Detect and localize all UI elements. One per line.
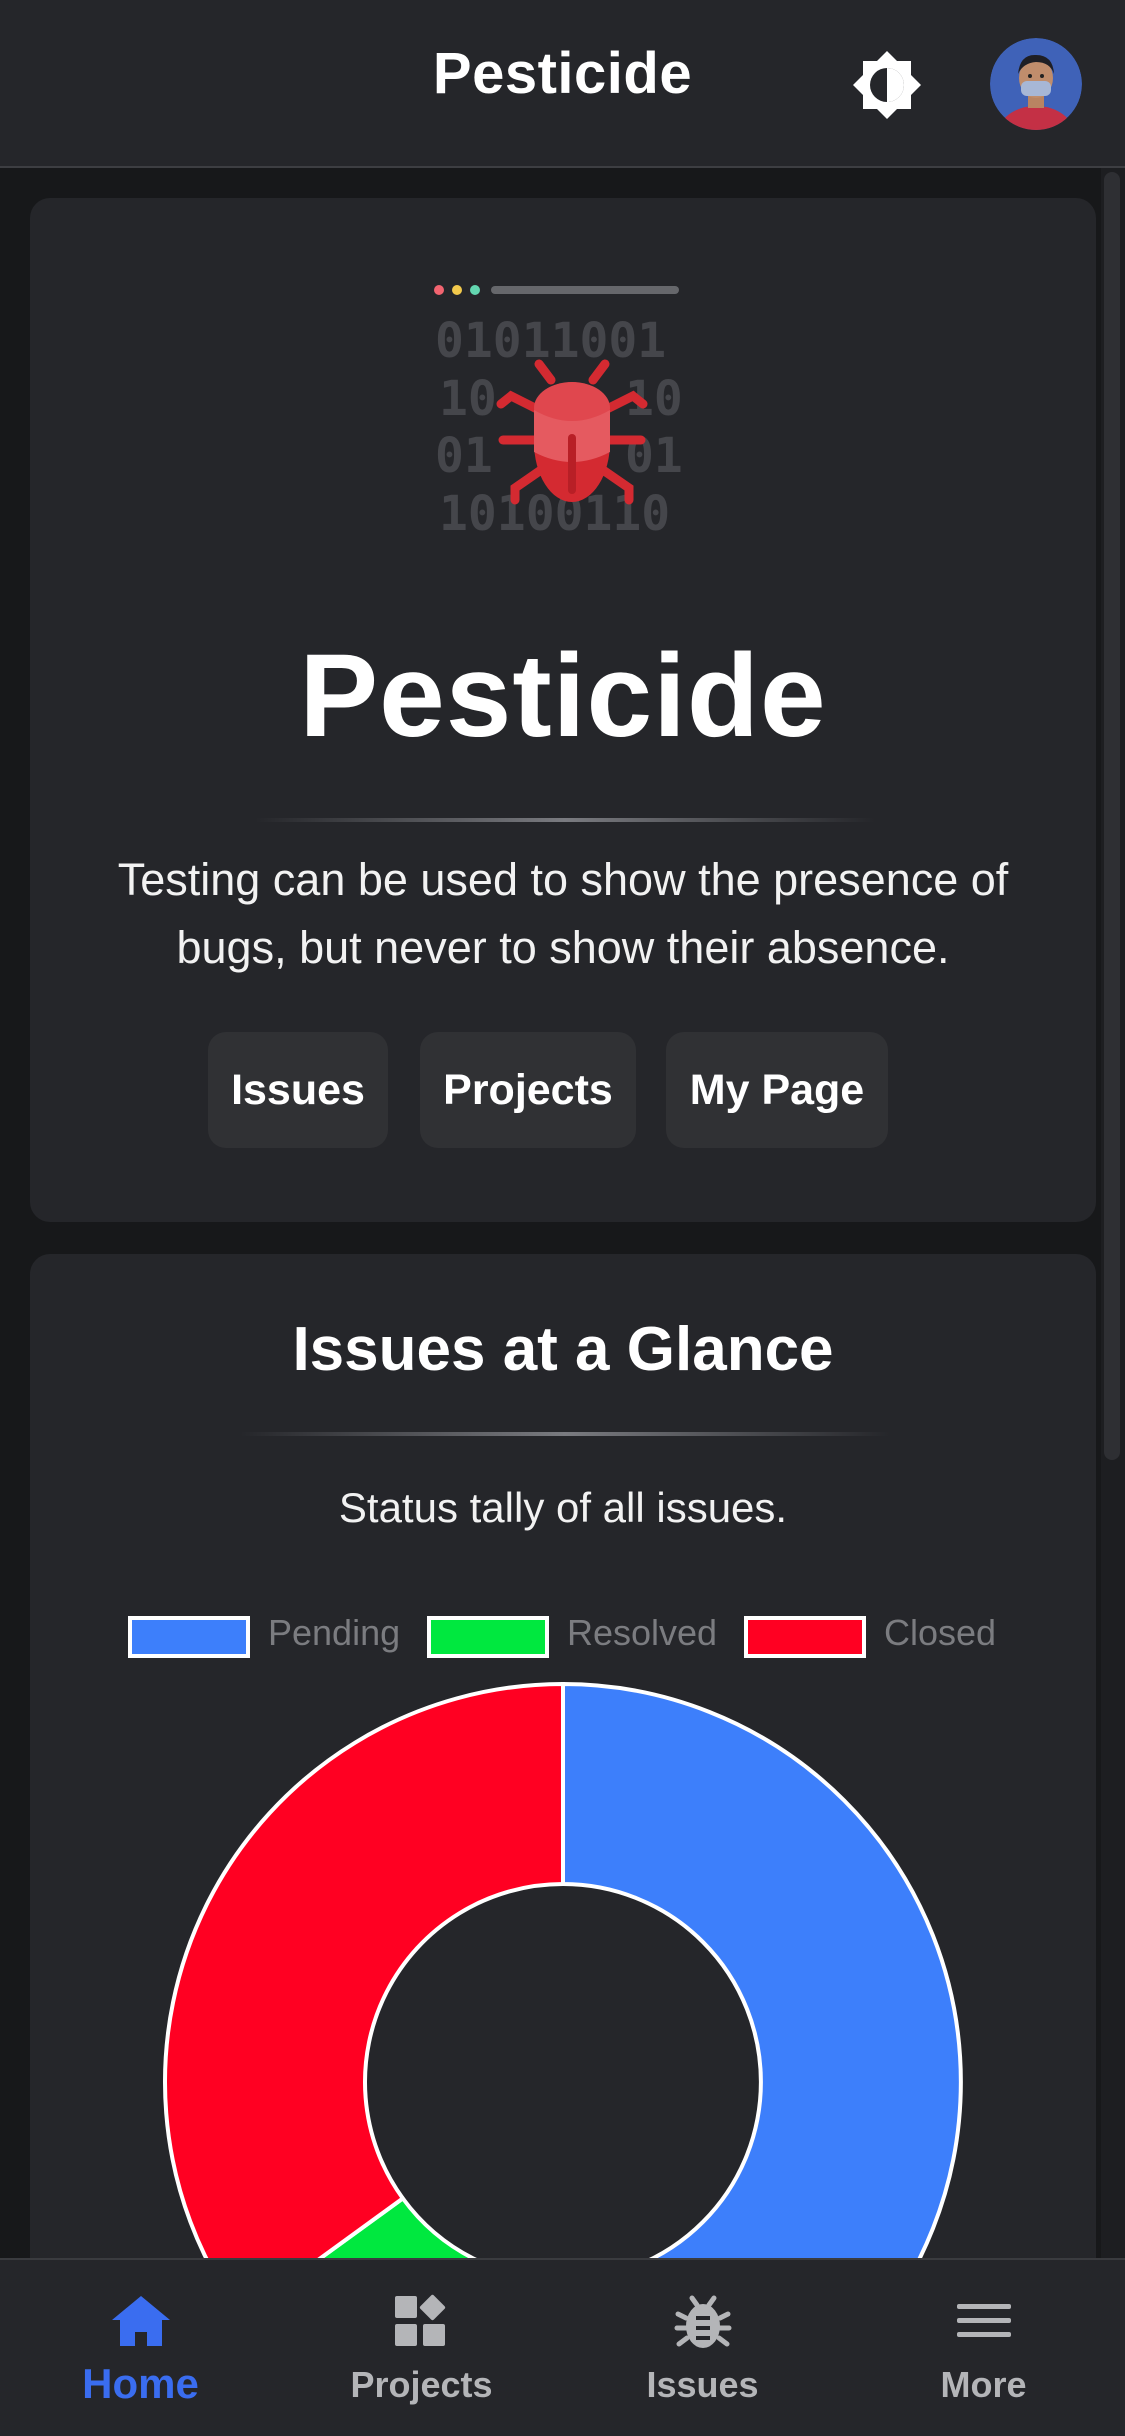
divider	[255, 818, 875, 822]
page: Pesticide 01011001 10 10 01 01 10100110 …	[0, 0, 1125, 2436]
hero-quote: Testing can be used to show the presence…	[117, 854, 1009, 973]
binary-row: 01	[435, 428, 493, 484]
my-page-button[interactable]: My Page	[666, 1032, 888, 1148]
hero-title: Pesticide	[299, 630, 827, 762]
binary-row: 10	[439, 371, 497, 427]
projects-button[interactable]: Projects	[420, 1032, 636, 1148]
scrollbar-thumb[interactable]	[1104, 172, 1120, 1460]
bug-icon	[672, 2290, 734, 2352]
nav-label: Projects	[350, 2364, 493, 2405]
nav-item-projects[interactable]: Projects	[281, 2260, 562, 2436]
binary-row: 01011001	[435, 313, 666, 369]
nav-item-more[interactable]: More	[843, 2260, 1124, 2436]
nav-item-home[interactable]: Home	[0, 2260, 281, 2436]
app-title: Pesticide	[432, 41, 693, 106]
donut-slice-closed[interactable]	[163, 1681, 565, 2319]
projects-grid-icon	[391, 2290, 453, 2352]
hero-card: 01011001 10 10 01 01 10100110 Pesticide …	[30, 198, 1096, 1222]
nav-label: Home	[82, 2360, 199, 2407]
nav-label: Issues	[646, 2364, 759, 2405]
bug-binary-icon: 01011001 10 10 01 01 10100110	[433, 282, 723, 552]
home-icon	[110, 2290, 172, 2352]
bottom-navigation: Home Projects Issues More	[0, 2258, 1125, 2436]
nav-label: More	[940, 2364, 1027, 2405]
nav-item-issues[interactable]: Issues	[562, 2260, 843, 2436]
top-app-bar: Pesticide	[0, 0, 1125, 168]
menu-icon	[953, 2290, 1015, 2352]
issues-button[interactable]: Issues	[208, 1032, 388, 1148]
brightness-icon[interactable]	[852, 50, 922, 120]
user-avatar[interactable]	[990, 38, 1082, 130]
